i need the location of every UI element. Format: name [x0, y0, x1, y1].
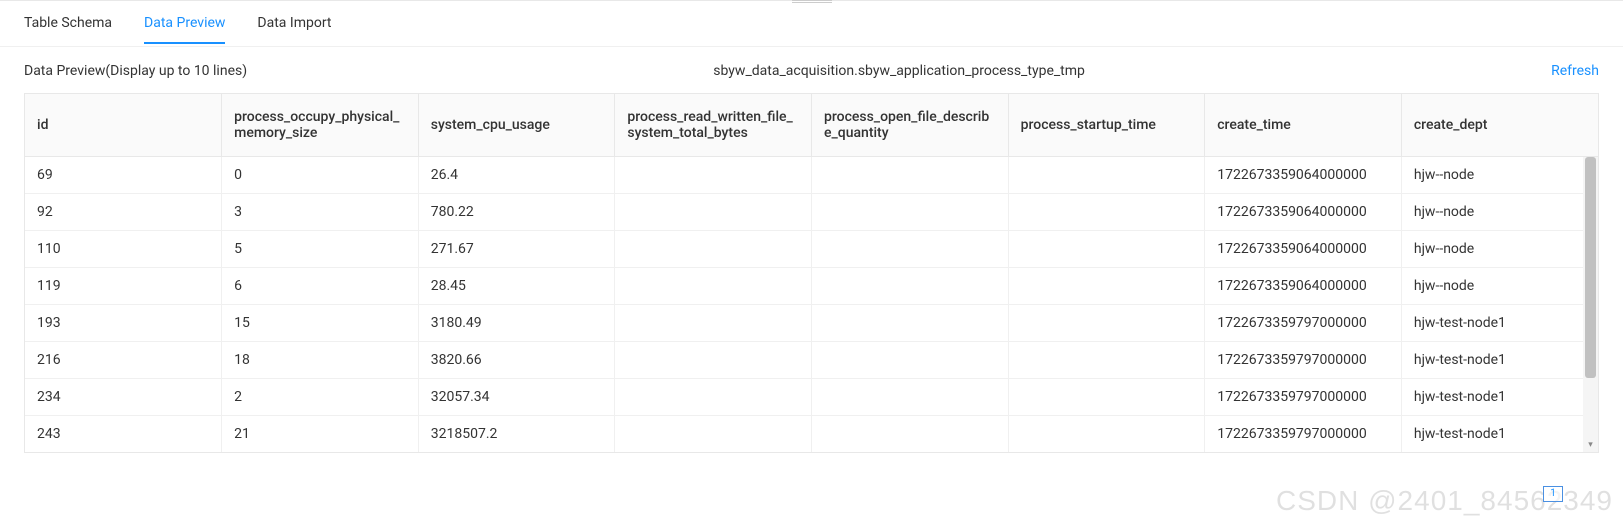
col-header-process-open-file-describe-quantity[interactable]: process_open_file_describe_quantity: [812, 94, 1009, 156]
tab-bar: Table Schema Data Preview Data Import: [0, 1, 1623, 47]
scroll-down-icon[interactable]: ▾: [1583, 438, 1598, 452]
tab-data-import[interactable]: Data Import: [257, 3, 331, 44]
data-table: id process_occupy_physical_memory_size s…: [25, 94, 1598, 452]
table-row[interactable]: 234232057.34 1722673359797000000hjw-test-…: [25, 378, 1598, 415]
table-cell: [615, 378, 812, 415]
table-cell: hjw-test-node1: [1401, 378, 1598, 415]
table-cell: [812, 304, 1009, 341]
col-header-create-time[interactable]: create_time: [1205, 94, 1402, 156]
col-header-system-cpu-usage[interactable]: system_cpu_usage: [418, 94, 615, 156]
table-cell: 3218507.2: [418, 415, 615, 452]
col-header-process-startup-time[interactable]: process_startup_time: [1008, 94, 1205, 156]
table-cell: 21: [222, 415, 419, 452]
table-cell: 15: [222, 304, 419, 341]
table-cell: [615, 230, 812, 267]
table-cell: hjw-test-node1: [1401, 341, 1598, 378]
data-table-container: id process_occupy_physical_memory_size s…: [24, 93, 1599, 453]
table-cell: [615, 156, 812, 193]
table-cell: 26.4: [418, 156, 615, 193]
refresh-button[interactable]: Refresh: [1551, 63, 1599, 79]
table-cell: 271.67: [418, 230, 615, 267]
table-header-row: id process_occupy_physical_memory_size s…: [25, 94, 1598, 156]
table-cell: 243: [25, 415, 222, 452]
table-cell: [812, 267, 1009, 304]
table-cell: 18: [222, 341, 419, 378]
table-cell: [812, 230, 1009, 267]
table-cell: hjw--node: [1401, 156, 1598, 193]
table-cell: [615, 341, 812, 378]
table-cell: 1722673359064000000: [1205, 193, 1402, 230]
table-cell: 1722673359797000000: [1205, 341, 1402, 378]
table-cell: 1722673359797000000: [1205, 304, 1402, 341]
table-cell: hjw-test-node1: [1401, 304, 1598, 341]
table-cell: hjw--node: [1401, 230, 1598, 267]
vertical-scrollbar[interactable]: ▾: [1583, 157, 1598, 452]
table-row[interactable]: 243213218507.2 1722673359797000000hjw-tes…: [25, 415, 1598, 452]
table-cell: [615, 304, 812, 341]
panel-divider: [0, 0, 1623, 1]
table-cell: 216: [25, 341, 222, 378]
table-cell: [615, 193, 812, 230]
table-cell: 92: [25, 193, 222, 230]
table-cell: 69: [25, 156, 222, 193]
tab-data-preview[interactable]: Data Preview: [144, 3, 225, 44]
table-cell: 119: [25, 267, 222, 304]
table-cell: [812, 341, 1009, 378]
col-header-process-occupy-physical-memory-size[interactable]: process_occupy_physical_memory_size: [222, 94, 419, 156]
table-cell: 234: [25, 378, 222, 415]
table-row[interactable]: 216183820.66 1722673359797000000hjw-test-…: [25, 341, 1598, 378]
table-cell: 1722673359064000000: [1205, 267, 1402, 304]
table-cell: hjw-test-node1: [1401, 415, 1598, 452]
table-row[interactable]: 119628.45 1722673359064000000hjw--node: [25, 267, 1598, 304]
table-cell: [812, 415, 1009, 452]
table-cell: 193: [25, 304, 222, 341]
table-cell: [1008, 267, 1205, 304]
preview-title: Data Preview(Display up to 10 lines): [24, 63, 247, 79]
table-cell: 3180.49: [418, 304, 615, 341]
table-cell: [1008, 156, 1205, 193]
table-cell: [1008, 415, 1205, 452]
col-header-id[interactable]: id: [25, 94, 222, 156]
col-header-create-dept[interactable]: create_dept: [1401, 94, 1598, 156]
table-cell: [1008, 304, 1205, 341]
table-cell: 1722673359064000000: [1205, 230, 1402, 267]
table-cell: [1008, 193, 1205, 230]
table-cell: 1722673359064000000: [1205, 156, 1402, 193]
table-cell: 32057.34: [418, 378, 615, 415]
table-cell: 1722673359797000000: [1205, 415, 1402, 452]
table-cell: [812, 378, 1009, 415]
table-cell: [615, 415, 812, 452]
table-cell: hjw--node: [1401, 193, 1598, 230]
table-cell: [812, 193, 1009, 230]
table-cell: [1008, 230, 1205, 267]
page-badge: 1: [1543, 486, 1563, 502]
table-cell: [812, 156, 1009, 193]
table-cell: 0: [222, 156, 419, 193]
table-cell: 5: [222, 230, 419, 267]
table-cell: 2: [222, 378, 419, 415]
table-row[interactable]: 1105271.67 1722673359064000000hjw--node: [25, 230, 1598, 267]
table-cell: 3820.66: [418, 341, 615, 378]
table-cell: [615, 267, 812, 304]
col-header-process-read-written-file-system-total-bytes[interactable]: process_read_written_file_system_total_b…: [615, 94, 812, 156]
table-cell: 28.45: [418, 267, 615, 304]
table-cell: [1008, 378, 1205, 415]
table-cell: 110: [25, 230, 222, 267]
table-cell: 780.22: [418, 193, 615, 230]
drag-handle-icon[interactable]: [792, 0, 832, 3]
table-cell: 6: [222, 267, 419, 304]
table-row[interactable]: 69026.4 1722673359064000000hjw--node: [25, 156, 1598, 193]
table-row[interactable]: 923780.22 1722673359064000000hjw--node: [25, 193, 1598, 230]
scrollbar-thumb[interactable]: [1585, 157, 1596, 378]
tab-table-schema[interactable]: Table Schema: [24, 3, 112, 44]
table-cell: hjw--node: [1401, 267, 1598, 304]
table-cell: [1008, 341, 1205, 378]
table-cell: 1722673359797000000: [1205, 378, 1402, 415]
table-cell: 3: [222, 193, 419, 230]
preview-table-name: sbyw_data_acquisition.sbyw_application_p…: [247, 63, 1551, 79]
preview-header: Data Preview(Display up to 10 lines) sby…: [0, 47, 1623, 93]
table-row[interactable]: 193153180.49 1722673359797000000hjw-test-…: [25, 304, 1598, 341]
